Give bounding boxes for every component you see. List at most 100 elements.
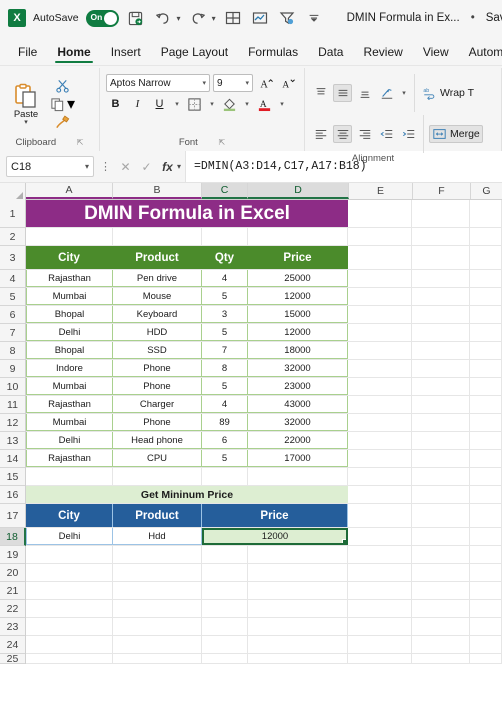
align-left-button[interactable] [311,125,330,143]
cell-g19[interactable] [470,546,502,563]
cell-e7[interactable] [348,324,412,341]
undo-chevron-down-icon[interactable]: ▾ [177,14,181,23]
column-header-d[interactable]: D [248,183,349,199]
underline-chevron-down-icon[interactable]: ▾ [172,95,182,113]
row-header-17[interactable]: 17 [0,504,25,528]
cell-c7[interactable]: 5 [202,324,248,341]
cell-d19[interactable] [248,546,348,563]
shrink-font-button[interactable]: A [278,74,297,92]
cell-e1[interactable] [348,200,412,227]
cell-g10[interactable] [470,378,502,395]
font-name-chevron-down-icon[interactable]: ▾ [202,79,206,87]
cell-e18[interactable] [348,528,412,545]
align-top-button[interactable] [311,84,330,102]
cell-f8[interactable] [412,342,470,359]
cell-d13[interactable]: 22000 [248,432,348,449]
font-name-combo[interactable]: Aptos Narrow ▾ [106,74,210,92]
customize-quick-access-icon[interactable] [304,8,324,28]
cell-c18-result-price[interactable]: 12000 [202,528,348,545]
font-color-chevron-down-icon[interactable]: ▾ [277,95,287,113]
row-header-14[interactable]: 14 [0,450,25,468]
row-header-9[interactable]: 9 [0,360,25,378]
cell-f6[interactable] [412,306,470,323]
italic-button[interactable]: I [128,95,147,113]
cell-f18[interactable] [412,528,470,545]
tab-insert[interactable]: Insert [101,41,151,65]
cut-scissors-icon[interactable] [55,78,70,93]
cell-e15[interactable] [348,468,412,485]
name-box[interactable]: C18 ▾ [6,156,94,177]
cell-d6[interactable]: 15000 [248,306,348,323]
cell-e11[interactable] [348,396,412,413]
cell-d12[interactable]: 32000 [248,414,348,431]
cell-g6[interactable] [470,306,502,323]
chart-icon[interactable] [250,8,270,28]
increase-indent-button[interactable] [399,125,418,143]
cell-d25[interactable] [248,654,348,663]
cell-b18-criteria-product[interactable]: Hdd [113,528,202,545]
cell-f13[interactable] [412,432,470,449]
cell-b24[interactable] [113,636,202,653]
cell-a16-section-title[interactable]: Get Mininum Price [26,486,348,503]
cell-d20[interactable] [248,564,348,581]
borders-chevron-down-icon[interactable]: ▾ [207,95,217,113]
autosave-toggle[interactable]: On [85,9,119,27]
row-header-3[interactable]: 3 [0,246,25,270]
align-bottom-button[interactable] [355,84,374,102]
tab-data[interactable]: Data [308,41,353,65]
cell-b7[interactable]: HDD [113,324,202,341]
cell-a4[interactable]: Rajasthan [26,270,113,287]
cell-c11[interactable]: 4 [202,396,248,413]
column-header-f[interactable]: F [413,183,471,199]
copy-icon[interactable] [50,97,65,112]
cell-e3[interactable] [348,246,412,269]
cell-e19[interactable] [348,546,412,563]
tab-file[interactable]: File [8,41,47,65]
cell-g21[interactable] [470,582,502,599]
cell-e13[interactable] [348,432,412,449]
cell-g7[interactable] [470,324,502,341]
cell-e16[interactable] [348,486,412,503]
cell-f9[interactable] [412,360,470,377]
cell-b15[interactable] [113,468,202,485]
cell-c23[interactable] [202,618,248,635]
row-header-20[interactable]: 20 [0,564,25,582]
document-title[interactable]: DMIN Formula in Ex... [347,12,460,24]
cell-c4[interactable]: 4 [202,270,248,287]
row-header-13[interactable]: 13 [0,432,25,450]
paste-button[interactable]: Paste ▾ [6,83,46,126]
align-middle-button[interactable] [333,84,352,102]
tab-formulas[interactable]: Formulas [238,41,308,65]
row-header-24[interactable]: 24 [0,636,25,654]
row-header-2[interactable]: 2 [0,228,25,246]
cell-c25[interactable] [202,654,248,663]
cell-c9[interactable]: 8 [202,360,248,377]
cell-f5[interactable] [412,288,470,305]
cell-a23[interactable] [26,618,113,635]
cell-f22[interactable] [412,600,470,617]
cell-a20[interactable] [26,564,113,581]
cell-f20[interactable] [412,564,470,581]
cell-g25[interactable] [470,654,502,663]
cell-b14[interactable]: CPU [113,450,202,467]
cell-f1[interactable] [412,200,470,227]
cell-e21[interactable] [348,582,412,599]
copy-chevron-down-icon[interactable]: ▾ [67,94,75,114]
align-center-button[interactable] [333,125,352,143]
row-header-4[interactable]: 4 [0,270,25,288]
cell-b4[interactable]: Pen drive [113,270,202,287]
cell-b3-header-product[interactable]: Product [113,246,202,269]
cell-g24[interactable] [470,636,502,653]
cell-d14[interactable]: 17000 [248,450,348,467]
cell-f7[interactable] [412,324,470,341]
cell-e24[interactable] [348,636,412,653]
font-color-button[interactable]: A [255,95,274,113]
cell-b12[interactable]: Phone [113,414,202,431]
save-state-label[interactable]: Saved [486,12,502,24]
font-dialog-launcher-icon[interactable]: ⇱ [218,138,225,147]
cell-f4[interactable] [412,270,470,287]
save-icon[interactable] [126,8,146,28]
cell-c5[interactable]: 5 [202,288,248,305]
cell-d11[interactable]: 43000 [248,396,348,413]
name-box-chevron-down-icon[interactable]: ▾ [85,162,89,171]
